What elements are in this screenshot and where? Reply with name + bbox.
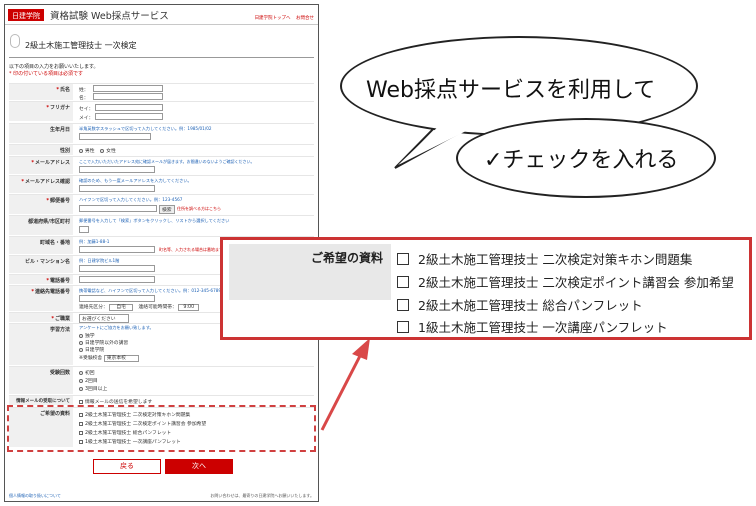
screenshot-stage: 日建学院 資格試験 Web採点サービス 日建学院トップへ お問合せ 2級土木施工… [0,0,756,506]
materials-checkbox-2[interactable] [397,276,409,288]
materials-item-4: 1級土木施工管理技士 一次講座パンフレット [418,320,668,335]
materials-checkbox-4[interactable] [397,321,409,333]
materials-item-3: 2級土木施工管理技士 総合パンフレット [418,298,643,313]
materials-zoom-label: ご希望の資料 [229,244,391,300]
materials-item-2: 2級土木施工管理技士 二次検定ポイント講習会 参加希望 [418,275,734,290]
materials-zoom-panel: ご希望の資料 2級土木施工管理技士 二次検定対策キホン問題集 2級土木施工管理技… [220,237,752,340]
materials-checkbox-1[interactable] [397,253,409,265]
callout-line-2: ✓チェックを入れる [484,148,679,173]
materials-checkbox-3[interactable] [397,299,409,311]
materials-item-1: 2級土木施工管理技士 二次検定対策キホン問題集 [418,252,693,267]
callout-line-1: Web採点サービスを利用して [366,78,656,103]
